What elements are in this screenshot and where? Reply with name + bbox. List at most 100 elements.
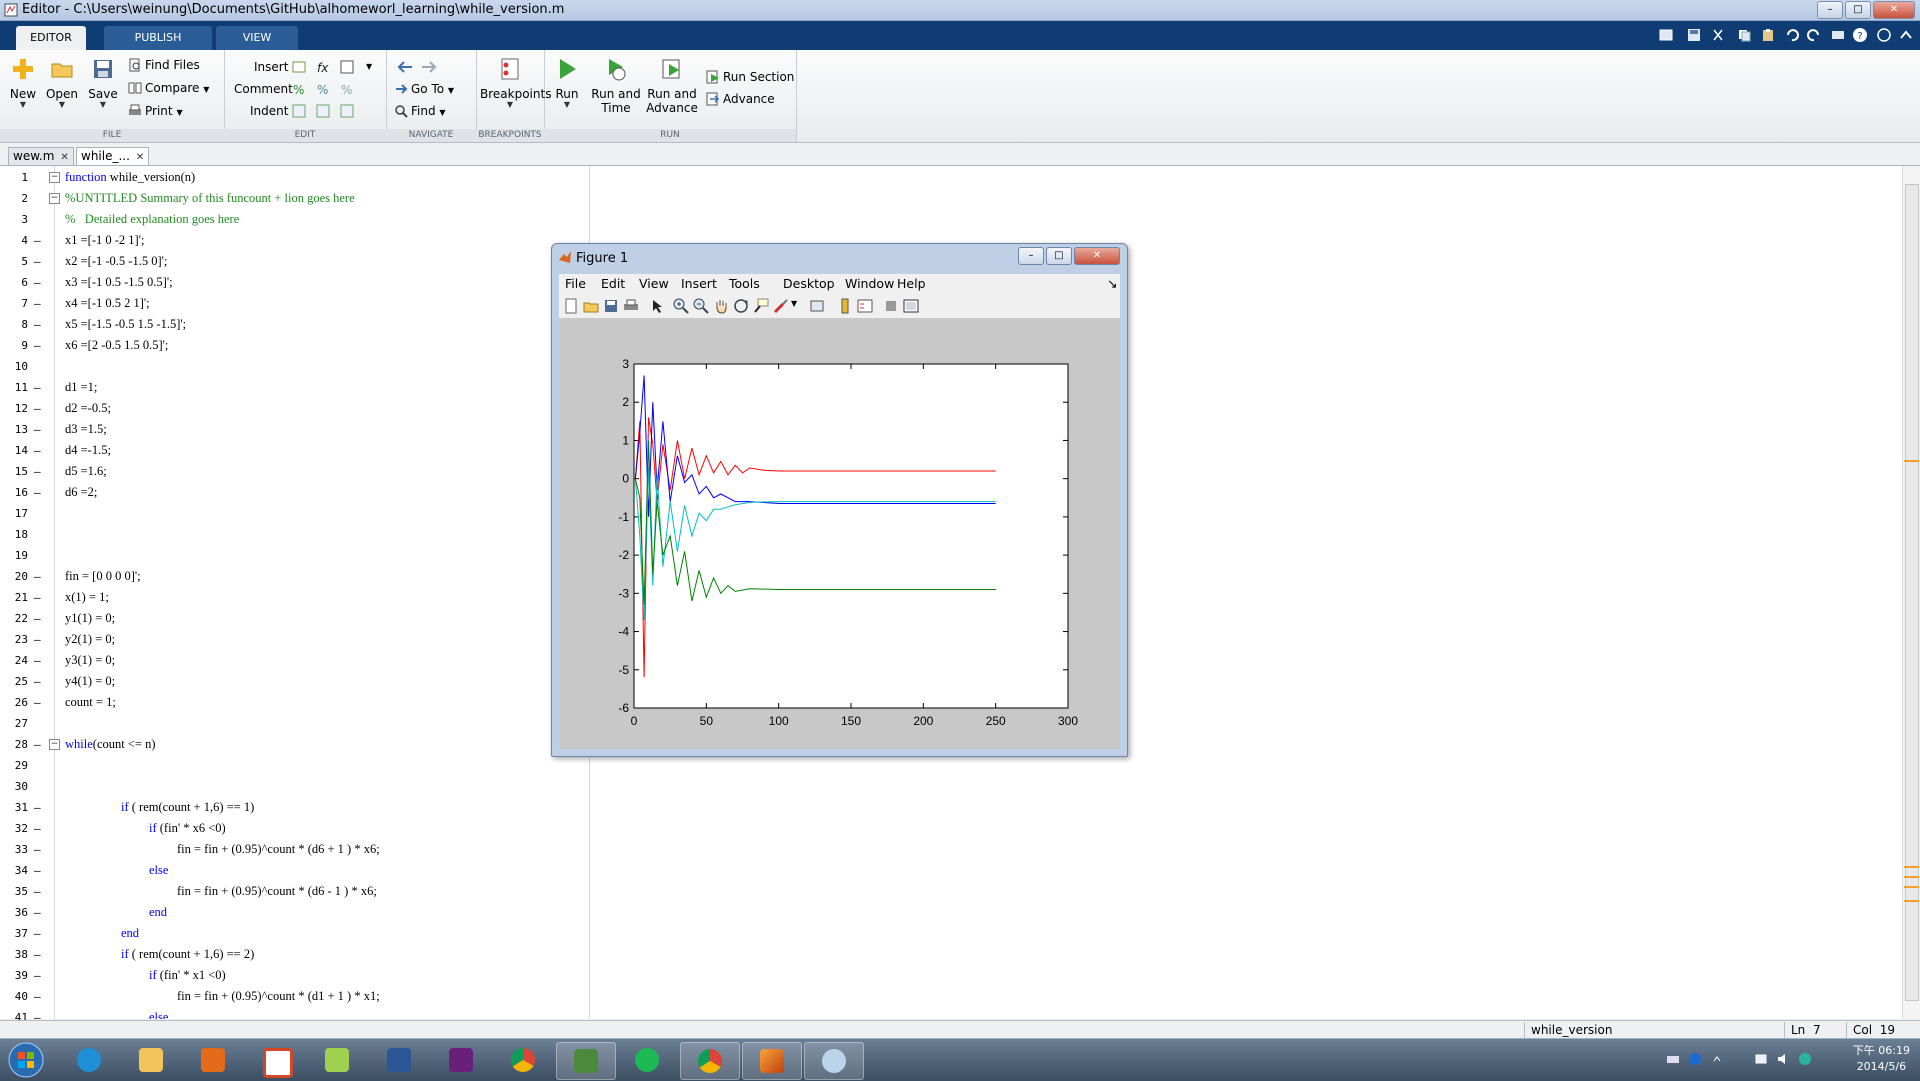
figure-close-button[interactable]: ✕	[1074, 247, 1120, 265]
run-button[interactable]: Run ▼	[546, 56, 588, 109]
antivirus-icon[interactable]	[1798, 1052, 1812, 1066]
code-line[interactable]: else	[149, 1007, 168, 1019]
open-file-icon[interactable]	[583, 298, 599, 314]
edit-plot-arrow-icon[interactable]	[649, 298, 665, 314]
executable-line-marker[interactable]: –	[34, 986, 41, 1007]
breakpoints-button[interactable]: Breakpoints ▼	[480, 56, 551, 109]
line-number-gutter[interactable]: 1−2−3 4–5–6–7–8–9–10 11–12–13–14–15–16–17 1…	[0, 166, 60, 1024]
figure-menu-insert[interactable]: Insert	[681, 276, 717, 292]
line-number[interactable]: 28	[0, 734, 32, 755]
uncomment-icon[interactable]: %	[316, 82, 330, 96]
code-line[interactable]: x1 =[-1 0 -2 1]';	[65, 230, 144, 251]
close-tab-icon[interactable]: ✕	[136, 152, 144, 163]
help-icon[interactable]: ?	[1852, 27, 1868, 43]
executable-line-marker[interactable]: –	[34, 881, 41, 902]
executable-line-marker[interactable]: –	[34, 398, 41, 419]
code-line[interactable]: fin = fin + (0.95)^count * (d1 + 1 ) * x…	[177, 986, 380, 1007]
code-analyzer-mark[interactable]	[1904, 900, 1919, 902]
line-number[interactable]: 17	[0, 503, 32, 524]
close-tab-icon[interactable]: ✕	[60, 152, 68, 163]
taskbar-app-round[interactable]	[804, 1042, 864, 1080]
line-number[interactable]: 20	[0, 566, 32, 587]
line-number[interactable]: 24	[0, 650, 32, 671]
open-button[interactable]: Open ▼	[44, 56, 80, 109]
taskbar-clock[interactable]: 下午 06:19 2014/5/6	[1853, 1043, 1910, 1075]
line-number[interactable]: 25	[0, 671, 32, 692]
executable-line-marker[interactable]: –	[34, 965, 41, 986]
executable-line-marker[interactable]: –	[34, 839, 41, 860]
line-number[interactable]: 40	[0, 986, 32, 1007]
tab-publish[interactable]: PUBLISH	[104, 26, 212, 50]
brush-dropdown-caret[interactable]: ▼	[791, 299, 797, 308]
print-figure-icon[interactable]	[623, 298, 639, 314]
back-arrow-icon[interactable]	[396, 60, 414, 74]
executable-line-marker[interactable]: –	[34, 230, 41, 251]
line-number[interactable]: 22	[0, 608, 32, 629]
figure-menu-help[interactable]: Help	[897, 276, 926, 292]
line-number[interactable]: 3	[0, 209, 32, 230]
code-line[interactable]: d2 =-0.5;	[65, 398, 111, 419]
figure-menu-window[interactable]: Window	[845, 276, 894, 292]
advance-button[interactable]: Advance	[706, 90, 775, 108]
figure-menu-desktop[interactable]: Desktop	[783, 276, 835, 292]
executable-line-marker[interactable]: –	[34, 251, 41, 272]
code-line[interactable]: fin = fin + (0.95)^count * (d6 + 1 ) * x…	[177, 839, 380, 860]
taskbar-file-explorer[interactable]	[122, 1042, 180, 1078]
taskbar-chrome[interactable]	[494, 1042, 552, 1078]
switch-windows-icon[interactable]	[1830, 27, 1846, 43]
new-figure-icon[interactable]	[563, 298, 579, 314]
figure-menu-view[interactable]: View	[639, 276, 669, 292]
save-figure-icon[interactable]	[603, 298, 619, 314]
line-number[interactable]: 4	[0, 230, 32, 251]
dock-figure-icon[interactable]: ↘	[1107, 276, 1117, 292]
line-number[interactable]: 8	[0, 314, 32, 335]
code-line[interactable]: end	[149, 902, 167, 923]
help-tray-icon[interactable]	[1688, 1052, 1702, 1066]
executable-line-marker[interactable]: –	[34, 482, 41, 503]
line-number[interactable]: 10	[0, 356, 32, 377]
code-line[interactable]: d6 =2;	[65, 482, 97, 503]
insert-section-icon[interactable]	[292, 60, 306, 74]
find-button[interactable]: Find ▼	[394, 102, 446, 120]
executable-line-marker[interactable]: –	[34, 629, 41, 650]
undo-icon[interactable]	[1784, 27, 1800, 43]
code-line[interactable]: x3 =[-1 0.5 -1.5 0.5]';	[65, 272, 173, 293]
code-line[interactable]: while(count <= n)	[65, 734, 155, 755]
save-icon[interactable]	[1686, 27, 1702, 43]
taskbar-media-player[interactable]	[184, 1042, 242, 1078]
code-line[interactable]: fin = fin + (0.95)^count * (d6 - 1 ) * x…	[177, 881, 377, 902]
executable-line-marker[interactable]: –	[34, 944, 41, 965]
executable-line-marker[interactable]: –	[34, 902, 41, 923]
line-number[interactable]: 23	[0, 629, 32, 650]
line-number[interactable]: 11	[0, 377, 32, 398]
doc-tab-while-version[interactable]: while_... ✕	[76, 147, 150, 165]
code-analyzer-mark[interactable]	[1904, 876, 1919, 878]
executable-line-marker[interactable]: –	[34, 314, 41, 335]
code-line[interactable]: fin = [0 0 0 0]';	[65, 566, 141, 587]
line-number[interactable]: 26	[0, 692, 32, 713]
figure-menu-tools[interactable]: Tools	[729, 276, 760, 292]
cut-icon[interactable]	[1710, 27, 1726, 43]
executable-line-marker[interactable]: –	[34, 734, 41, 755]
line-number[interactable]: 7	[0, 293, 32, 314]
search-docs-icon[interactable]	[1876, 27, 1892, 43]
minimize-button[interactable]: –	[1817, 1, 1843, 19]
figure-menu-file[interactable]: File	[565, 276, 586, 292]
executable-line-marker[interactable]: –	[34, 587, 41, 608]
tab-view[interactable]: VIEW	[216, 26, 298, 50]
line-number[interactable]: 6	[0, 272, 32, 293]
line-number[interactable]: 33	[0, 839, 32, 860]
line-number[interactable]: 34	[0, 860, 32, 881]
code-line[interactable]: %UNTITLED Summary of this funcount + lio…	[65, 188, 355, 209]
taskbar-internet-explorer[interactable]	[60, 1042, 118, 1078]
line-number[interactable]: 16	[0, 482, 32, 503]
executable-line-marker[interactable]: –	[34, 419, 41, 440]
code-line[interactable]: end	[121, 923, 139, 944]
executable-line-marker[interactable]: –	[34, 860, 41, 881]
line-number[interactable]: 31	[0, 797, 32, 818]
wrap-comments-icon[interactable]: %	[340, 82, 354, 96]
executable-line-marker[interactable]: –	[34, 923, 41, 944]
line-number[interactable]: 13	[0, 419, 32, 440]
function-fx-icon[interactable]: fx	[316, 60, 330, 74]
insert-button[interactable]: Insert	[254, 58, 288, 76]
